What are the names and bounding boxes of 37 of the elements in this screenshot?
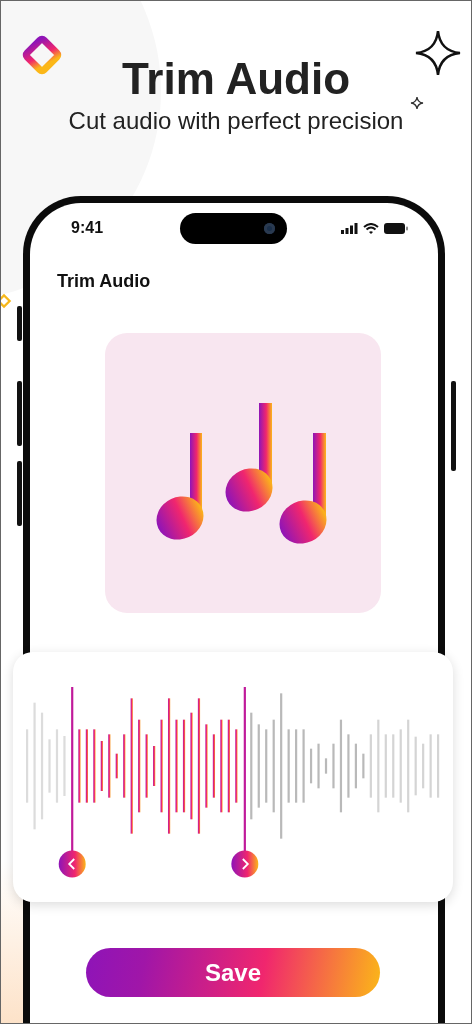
waveform-bar: [324, 758, 328, 774]
waveform-bar: [153, 746, 156, 786]
signal-icon: [341, 222, 358, 234]
waveform-bar: [48, 739, 51, 793]
waveform-bar: [422, 743, 425, 789]
wifi-icon: [363, 222, 379, 234]
waveform-bar: [100, 741, 103, 791]
page-title: Trim Audio: [121, 53, 351, 104]
waveform-bar: [414, 736, 417, 796]
page-subtitle: Cut audio with perfect precision: [68, 106, 404, 136]
waveform-bar: [317, 743, 320, 789]
music-notes-icon: [156, 401, 328, 547]
waveform-bar: [362, 753, 365, 779]
waveform-bar: [392, 734, 395, 798]
waveform-bar: [369, 734, 372, 798]
waveform-bar: [384, 734, 387, 798]
waveform-bar: [123, 734, 126, 798]
waveform-bar: [347, 734, 350, 798]
waveform-bar: [332, 743, 335, 789]
waveform-bar: [429, 734, 432, 798]
status-time: 9:41: [71, 219, 105, 237]
sparkle-icon: [410, 96, 424, 110]
save-button[interactable]: Save: [86, 948, 380, 997]
waveform-bar: [115, 753, 118, 779]
sparkle-icon: [414, 29, 462, 77]
waveform-bar: [212, 734, 215, 798]
logo-icon: [21, 34, 63, 76]
screen-title: Trim Audio: [57, 270, 152, 292]
waveform-bar: [63, 736, 66, 796]
trim-handle[interactable]: [231, 687, 259, 878]
waveform-bar: [108, 734, 111, 798]
waveform-bar: [437, 734, 440, 798]
trim-handle[interactable]: [58, 687, 86, 878]
battery-icon: [384, 222, 408, 234]
waveform-bar: [309, 748, 313, 784]
waveform-bar: [145, 734, 148, 798]
waveform-bar: [354, 743, 357, 789]
